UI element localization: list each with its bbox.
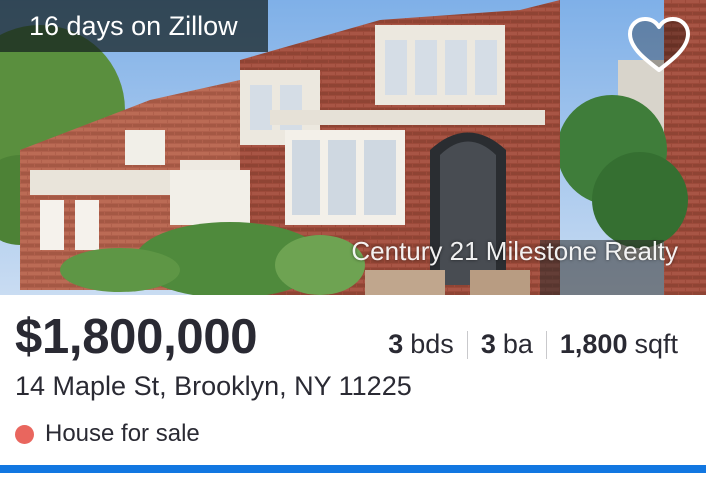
beds-unit: bds	[410, 329, 454, 359]
listing-address[interactable]: 14 Maple St, Brooklyn, NY 11225	[15, 371, 412, 402]
photo-credit-watermark: Century 21 Milestone Realty	[351, 236, 678, 266]
listing-info: $1,800,000 3 bds 3 ba 1,800 sqft 14 Mapl…	[0, 295, 706, 478]
baths-value: 3	[480, 329, 496, 359]
beds-value: 3	[388, 329, 404, 359]
heart-outline-icon	[628, 17, 690, 72]
baths-unit: ba	[502, 329, 533, 359]
sqft-unit: sqft	[634, 329, 678, 359]
days-on-zillow-badge: 16 days on Zillow	[0, 0, 268, 52]
card-accent-bar	[0, 465, 706, 473]
listing-specs: 3 bds 3 ba 1,800 sqft	[388, 329, 678, 360]
listing-status: House for sale	[15, 420, 200, 448]
beds-spec: 3 bds	[388, 329, 454, 360]
status-label: House for sale	[45, 420, 200, 447]
listing-photo[interactable]: 16 days on Zillow Century 21 Milestone R…	[0, 0, 706, 295]
listing-price: $1,800,000	[15, 310, 258, 364]
sqft-spec: 1,800 sqft	[560, 329, 678, 360]
spec-divider	[545, 330, 547, 359]
baths-spec: 3 ba	[481, 329, 533, 360]
listing-card[interactable]: 16 days on Zillow Century 21 Milestone R…	[0, 0, 706, 478]
status-dot-icon	[15, 424, 34, 444]
save-favorite-button[interactable]	[624, 14, 694, 78]
spec-divider	[466, 330, 468, 359]
sqft-value: 1,800	[559, 329, 628, 359]
